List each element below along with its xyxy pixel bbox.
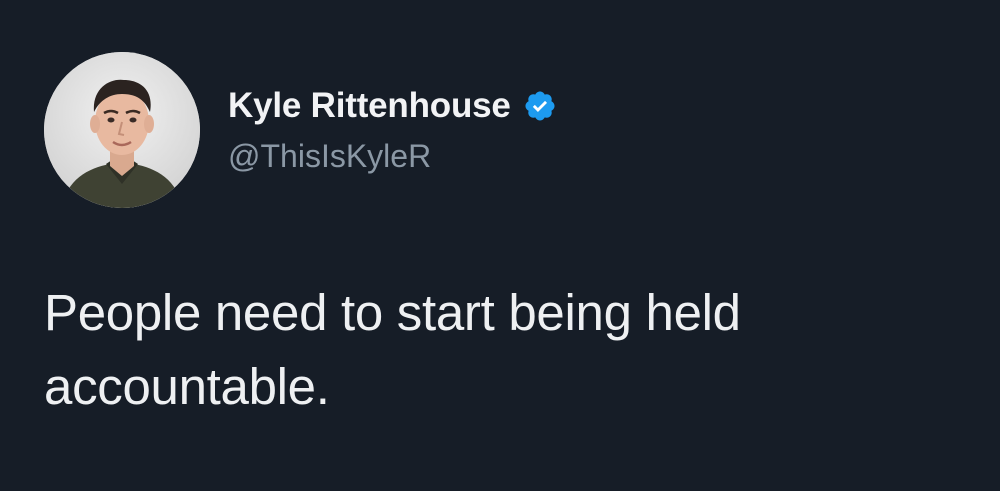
profile-photo-icon: [44, 52, 200, 208]
tweet-text: People need to start being held accounta…: [44, 284, 741, 415]
author-display-name[interactable]: Kyle Rittenhouse: [228, 86, 511, 126]
avatar[interactable]: [44, 52, 200, 208]
tweet-card: Kyle Rittenhouse @ThisIsKyleR People nee…: [0, 0, 1000, 491]
author-name-row: Kyle Rittenhouse: [228, 84, 557, 128]
verified-badge-icon: [523, 89, 557, 123]
author-handle[interactable]: @ThisIsKyleR: [228, 138, 431, 175]
